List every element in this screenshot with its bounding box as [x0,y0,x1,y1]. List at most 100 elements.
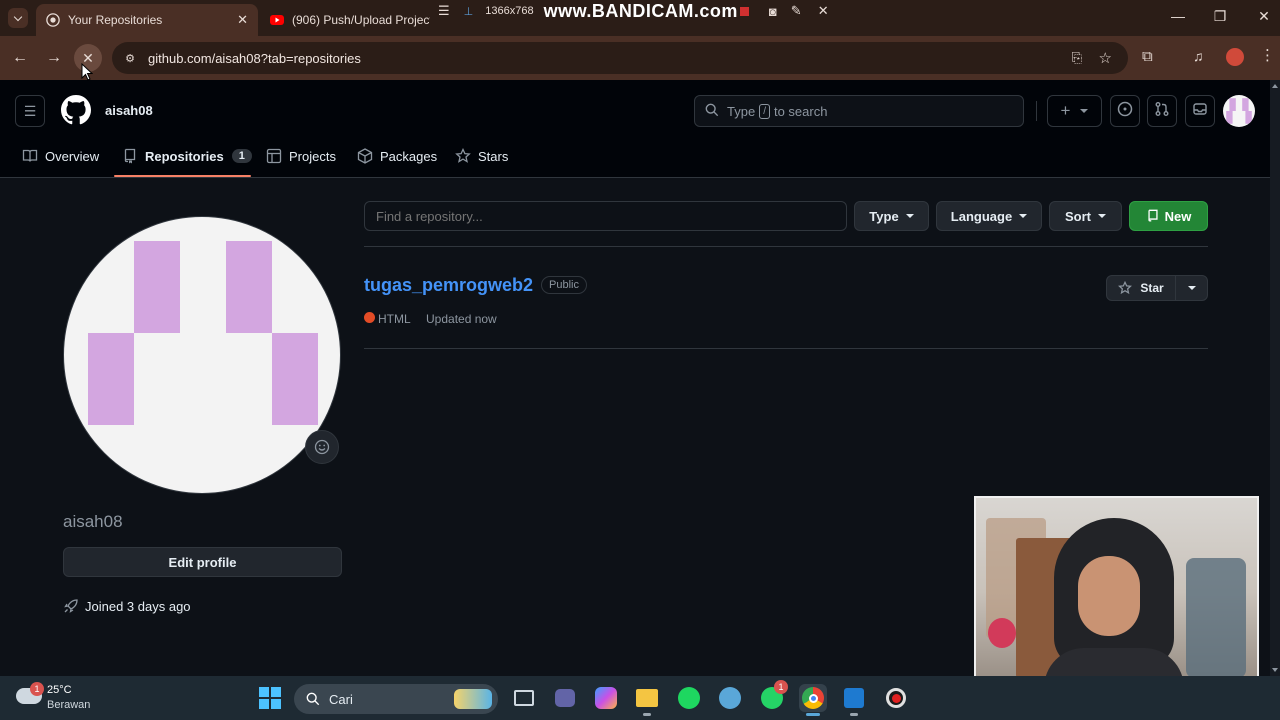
inbox-button[interactable] [1185,95,1215,127]
user-avatar-button[interactable] [1223,95,1255,127]
tab-stars[interactable]: Stars [455,144,508,168]
star-lists-dropdown[interactable] [1175,275,1208,301]
repository-name-link[interactable]: tugas_pemrogweb2 [364,275,533,296]
sort-button[interactable]: Sort [1049,201,1122,231]
book-icon [22,149,38,162]
camera-icon[interactable]: ◙ [769,4,777,19]
pencil-icon[interactable]: ✎ [791,3,802,19]
record-icon [886,688,906,708]
video-chat-icon [555,689,575,707]
arrow-right-icon: → [46,49,62,66]
tab-title: Your Repositories [68,13,163,27]
package-icon [357,148,373,164]
star-icon [1118,281,1133,295]
taskbar-search[interactable]: Cari [294,684,498,714]
webcam-cloth-right [1186,558,1246,678]
edit-profile-label: Edit profile [168,554,237,570]
media-control-icon[interactable]: ♫ [1193,48,1204,64]
tab-your-repositories[interactable]: Your Repositories ✕ [36,4,258,36]
search-input[interactable]: Type / to search [694,95,1024,127]
identicon-icon [88,241,318,425]
spotify-button[interactable] [675,684,703,712]
weather-temp: 25°C [47,684,72,696]
file-explorer-button[interactable] [633,684,661,716]
whatsapp-button[interactable]: 1 [758,680,788,712]
vscode-button[interactable] [840,684,868,716]
type-filter-button[interactable]: Type [854,201,929,231]
edit-profile-button[interactable]: Edit profile [63,547,342,577]
folder-icon [636,689,658,707]
address-bar[interactable]: ⚙ github.com/aisah08?tab=repositories ⎘ … [112,42,1128,74]
github-favicon-icon [46,13,60,27]
maximize-icon[interactable]: ❐ [1210,8,1230,25]
language-filter-button[interactable]: Language [936,201,1042,231]
webcam-pink-item [988,618,1016,648]
chrome-button[interactable] [799,684,827,716]
tab-overview[interactable]: Overview [22,144,99,168]
language-color-dot [364,312,375,323]
minimize-icon[interactable]: — [1168,8,1188,24]
meet-app-button[interactable] [551,684,579,712]
site-settings-icon[interactable]: ⚙ [122,50,138,66]
github-header: ☰ aisah08 Type / to search + Overview Re… [0,80,1270,178]
issue-opened-icon [1117,101,1133,122]
forward-button[interactable]: → [40,44,68,72]
close-recorder-icon[interactable]: ✕ [818,3,829,19]
back-button[interactable]: ← [6,44,34,72]
profile-avatar[interactable] [63,216,341,494]
close-window-icon[interactable]: ✕ [1254,8,1274,25]
chrome-menu-icon[interactable]: ⋮ [1260,46,1275,64]
active-tab-underline [114,175,251,177]
tab-label: Projects [289,148,336,164]
scroll-up-icon[interactable] [1272,84,1278,88]
create-new-button[interactable]: + [1047,95,1102,127]
issues-button[interactable] [1110,95,1140,127]
profile-avatar-icon[interactable] [1226,48,1244,66]
hamburger-menu-button[interactable]: ☰ [15,95,45,127]
copilot-button[interactable] [592,684,620,712]
menu-icon[interactable]: ☰ [438,3,450,19]
bookmark-star-icon[interactable]: ☆ [1099,49,1112,67]
search-placeholder-post: to search [773,103,828,119]
hamburger-icon: ☰ [23,102,37,119]
search-icon [306,692,320,706]
install-app-icon[interactable]: ⎘ [1072,50,1082,66]
browser-toolbar: ← → ✕ ⚙ github.com/aisah08?tab=repositor… [0,36,1280,80]
tab-projects[interactable]: Projects [266,144,336,168]
weather-widget[interactable]: 1 25°C Berawan [14,682,124,714]
bandicam-button[interactable] [882,684,910,712]
recorder-bar: ☰ ⊥ 1366x768 www.BANDICAM.com ◙ ✎ ✕ [430,0,860,22]
browser-app-button[interactable] [716,684,744,712]
copilot-icon [595,687,617,709]
pin-icon[interactable]: ⊥ [464,5,474,18]
recorder-brand: www.BANDICAM.com [543,0,738,21]
tab-search-button[interactable] [8,8,28,28]
repository-updated: Updated now [426,312,497,326]
vscode-icon [844,688,864,708]
close-tab-icon[interactable]: ✕ [237,12,248,28]
repo-icon [124,148,136,164]
star-button[interactable]: Star [1106,275,1176,301]
tab-repositories[interactable]: Repositories 1 [122,144,252,168]
search-shortcut-key: / [759,103,770,119]
tab-youtube[interactable]: (906) Push/Upload Project k [260,4,430,36]
task-view-button[interactable] [510,684,538,712]
page-scrollbar[interactable] [1270,80,1280,676]
chevron-down-icon [13,12,23,21]
start-button[interactable] [256,684,284,712]
new-repository-button[interactable]: New [1129,201,1208,231]
header-username[interactable]: aisah08 [105,103,153,118]
weather-badge: 1 [30,682,44,696]
extensions-icon[interactable]: ⧉ [1142,48,1153,65]
github-logo-icon[interactable] [61,95,91,130]
set-status-button[interactable] [305,430,339,464]
joined-info: Joined 3 days ago [63,598,191,614]
scroll-down-icon[interactable] [1272,668,1278,672]
record-stop-icon[interactable] [739,6,749,16]
joined-text: Joined 3 days ago [85,598,191,614]
caret-down-icon [1080,109,1089,113]
pull-requests-button[interactable] [1147,95,1177,127]
tab-packages[interactable]: Packages [357,144,437,168]
find-repository-input[interactable] [364,201,847,231]
smiley-icon [314,439,330,455]
